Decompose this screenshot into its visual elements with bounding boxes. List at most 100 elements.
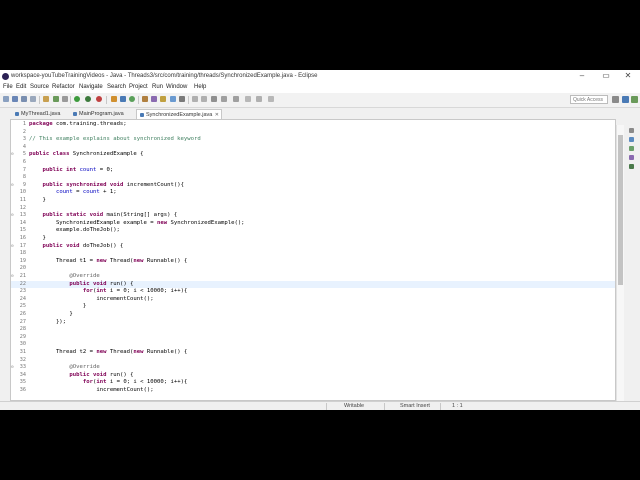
show-whitespace-icon[interactable] [179,96,185,102]
minimize-button[interactable]: – [574,71,590,80]
skip-breakpoints-icon[interactable] [62,96,68,102]
code-line[interactable]: 24 incrementCount(); [11,296,615,304]
new-icon[interactable] [3,96,9,102]
open-perspective-icon[interactable] [612,96,619,103]
code-line[interactable]: 15 example.doTheJob(); [11,227,615,235]
code-line[interactable]: 1 package com.training.threads; [11,121,615,129]
menu-window[interactable]: Window [166,84,187,90]
menu-search[interactable]: Search [107,84,126,90]
previous-annotation-icon[interactable] [201,96,207,102]
search-icon[interactable] [151,96,157,102]
code-line[interactable]: 14 SynchronizedExample example = new Syn… [11,220,615,228]
code-line[interactable]: 10 count = count + 1; [11,189,615,197]
console-view-icon[interactable] [629,164,634,169]
menu-refactor[interactable]: Refactor [52,84,75,90]
code-line[interactable]: 31 Thread t2 = new Thread(new Runnable()… [11,349,615,357]
toggle-mark-occurrences-icon[interactable] [160,96,166,102]
back-icon[interactable] [221,96,227,102]
external-tools-icon[interactable] [96,96,102,102]
code-editor[interactable]: 1 package com.training.threads; 2 3// This … [10,119,616,401]
code-line[interactable]: 4 [11,144,615,152]
new-java-project-icon[interactable] [111,96,117,102]
new-package-icon[interactable] [120,96,126,102]
menu-help[interactable]: Help [194,84,206,90]
fold-toggle-icon[interactable]: ⊖ [11,364,14,372]
run-icon[interactable] [74,96,80,102]
toolbar-dropdown-icon[interactable] [268,96,274,102]
outline-view-icon[interactable] [629,137,634,142]
fold-toggle-icon[interactable]: ⊖ [11,212,14,220]
code-line[interactable]: 35 for(int i = 0; i < 10000; i++){ [11,379,615,387]
code-line[interactable]: 17 ⊖ public void doTheJob() { [11,243,615,251]
code-line[interactable]: 30 [11,341,615,349]
code-text: public synchronized void incrementCount(… [42,181,184,188]
terminal-icon[interactable] [43,96,49,102]
tab-synchronizedexample[interactable]: SynchronizedExample.java ✕ [136,109,222,119]
code-line[interactable]: 3// This example explains about synchron… [11,136,615,144]
tab-mainprogram[interactable]: MainProgram.java [70,109,134,119]
scrollbar-thumb[interactable] [618,135,623,285]
fold-toggle-icon[interactable]: ⊖ [11,151,14,159]
editor-vertical-scrollbar[interactable] [616,125,624,401]
code-line[interactable]: 34 public void run() { [11,372,615,380]
debug-icon[interactable] [53,96,59,102]
code-line[interactable]: 16 } [11,235,615,243]
forward-icon[interactable] [233,96,239,102]
task-list-icon[interactable] [629,146,634,151]
last-edit-location-icon[interactable] [211,96,217,102]
code-line[interactable]: 13 ⊖ public static void main(String[] arg… [11,212,615,220]
tab-mythread1[interactable]: MyThread1.java [12,109,68,119]
debug-run-icon[interactable] [85,96,91,102]
fold-toggle-icon[interactable]: ⊖ [11,182,14,190]
menu-navigate[interactable]: Navigate [79,84,103,90]
code-line[interactable]: 26 } [11,311,615,319]
code-line[interactable]: 23 for(int i = 0; i < 10000; i++){ [11,288,615,296]
code-line[interactable]: 5 ⊖ public class SynchronizedExample { [11,151,615,159]
problems-view-icon[interactable] [629,155,634,160]
maximize-button[interactable]: ▭ [598,71,614,80]
save-icon[interactable] [12,96,18,102]
new-class-icon[interactable] [129,96,135,102]
menu-edit[interactable]: Edit [16,84,26,90]
forward-history-icon[interactable] [256,96,262,102]
menu-run[interactable]: Run [152,84,163,90]
pin-editor-icon[interactable] [245,96,251,102]
code-line[interactable]: 21 ⊖ @Override [11,273,615,281]
code-line[interactable]: 28 [11,326,615,334]
close-button[interactable]: ✕ [620,71,636,80]
debug-perspective-icon[interactable] [631,96,638,103]
code-text: public static void main(String[] args) { [42,212,178,219]
save-all-icon[interactable] [21,96,27,102]
menu-source[interactable]: Source [30,84,49,90]
code-line[interactable]: 27 }); [11,319,615,327]
toggle-block-selection-icon[interactable] [170,96,176,102]
code-line[interactable]: 2 [11,129,615,137]
open-type-icon[interactable] [142,96,148,102]
code-line[interactable]: 20 [11,265,615,273]
menu-project[interactable]: Project [129,84,148,90]
print-icon[interactable] [30,96,36,102]
status-insert-mode[interactable]: Smart Insert [400,403,430,409]
code-line[interactable]: 36 incrementCount(); [11,387,615,395]
code-line[interactable]: 6 [11,159,615,167]
code-line[interactable]: 29 [11,334,615,342]
code-line[interactable]: 12 [11,205,615,213]
java-perspective-icon[interactable] [622,96,629,103]
code-line[interactable]: 19 Thread t1 = new Thread(new Runnable()… [11,258,615,266]
next-annotation-icon[interactable] [192,96,198,102]
code-line[interactable]: 32 [11,357,615,365]
code-line[interactable]: 33 ⊖ @Override [11,364,615,372]
code-line[interactable]: 18 [11,250,615,258]
fold-toggle-icon[interactable]: ⊖ [11,243,14,251]
code-line[interactable]: 11 } [11,197,615,205]
code-line[interactable]: 7 public int count = 0; [11,167,615,175]
minimized-view-icon[interactable] [629,128,634,133]
code-line[interactable]: 22 public void run() { [11,280,615,289]
code-line[interactable]: 25 } [11,303,615,311]
quick-access-input[interactable]: Quick Access [570,95,608,104]
code-area[interactable]: 1 package com.training.threads; 2 3// This … [11,120,615,400]
code-line[interactable]: 8 [11,174,615,182]
code-line[interactable]: 9 ⊖ public synchronized void incrementCou… [11,181,615,190]
fold-toggle-icon[interactable]: ⊖ [11,273,14,281]
menu-file[interactable]: File [3,84,13,90]
